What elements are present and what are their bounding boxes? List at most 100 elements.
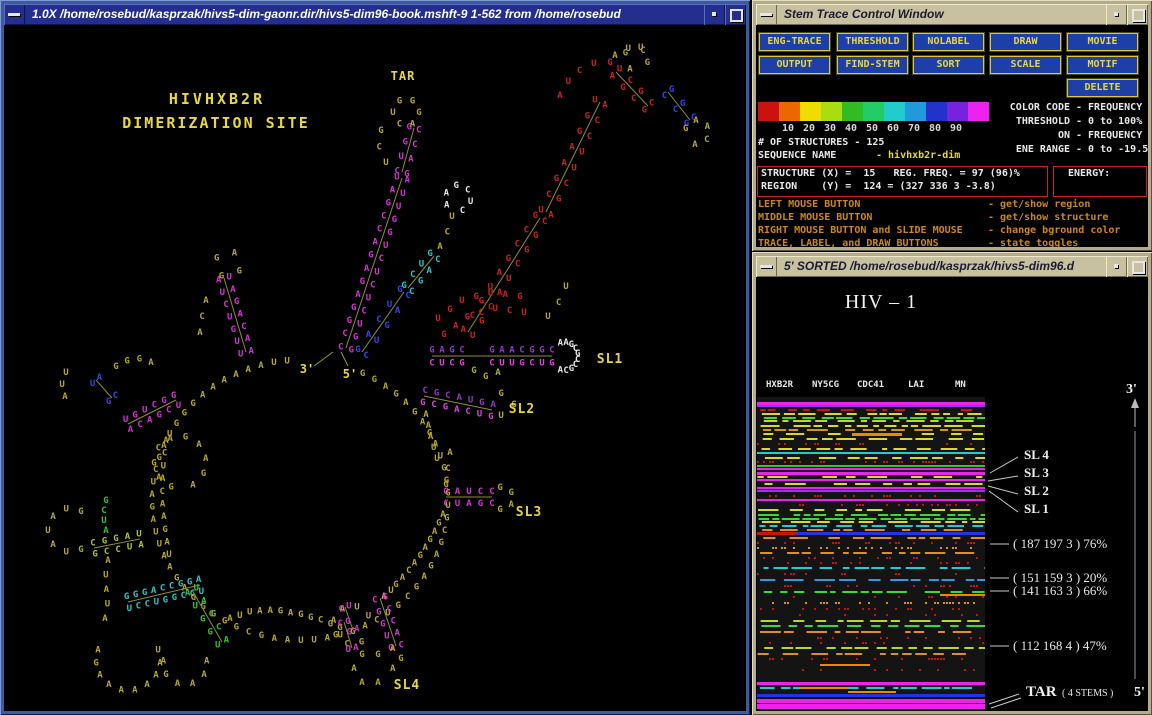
svg-text:C: C <box>136 602 141 612</box>
svg-text:G: G <box>163 670 168 680</box>
svg-text:G: G <box>471 366 476 376</box>
svg-text:A: A <box>128 425 134 435</box>
stem-trace-control-window: Stem Trace Control Window ENG-TRACE THRES… <box>752 0 1152 251</box>
svg-text:A: A <box>561 158 567 168</box>
svg-text:G: G <box>178 579 183 589</box>
svg-text:C: C <box>409 287 414 297</box>
svg-text:U: U <box>419 260 424 270</box>
svg-text:C: C <box>628 76 633 86</box>
minimize-icon[interactable] <box>756 4 777 25</box>
svg-text:G: G <box>234 622 239 632</box>
maximize-glyph <box>730 9 743 22</box>
mouse-help-value-1: - get/show structure <box>988 212 1108 224</box>
svg-text:A: A <box>423 410 429 420</box>
svg-text:U: U <box>357 320 362 330</box>
svg-text:U: U <box>592 96 597 106</box>
rna-label-sl3: SL3 <box>516 505 542 520</box>
svg-text:U: U <box>591 59 596 69</box>
svg-text:C: C <box>429 359 434 369</box>
control-window-titlebar[interactable]: Stem Trace Control Window <box>756 4 1148 25</box>
colorbar-segment-11 <box>968 102 989 121</box>
mouse-help-key-2: RIGHT MOUSE BUTTON and SLIDE MOUSE <box>758 225 963 237</box>
button-delete[interactable]: DELETE <box>1067 79 1138 97</box>
svg-text:G: G <box>200 614 205 624</box>
button-scale[interactable]: SCALE <box>990 56 1061 74</box>
svg-text:A: A <box>249 346 255 356</box>
region-label-3: ( 112 168 4 ) 47% <box>1013 638 1107 653</box>
svg-text:A: A <box>267 606 273 616</box>
sorted-window-titlebar[interactable]: 5' SORTED /home/rosebud/kasprzak/hivs5-d… <box>756 256 1148 277</box>
svg-text:C: C <box>160 487 165 497</box>
svg-text:G: G <box>642 105 647 115</box>
svg-text:A: A <box>325 634 331 644</box>
button-sort[interactable]: SORT <box>913 56 984 74</box>
svg-text:G: G <box>392 215 397 225</box>
svg-text:C: C <box>416 125 421 135</box>
button-find-stem[interactable]: FIND-STEM <box>837 56 908 74</box>
svg-text:G: G <box>441 330 446 340</box>
svg-text:G: G <box>556 195 561 205</box>
rna-label-sl4: SL4 <box>394 678 420 693</box>
svg-text:A: A <box>210 383 216 393</box>
structure-status-line: STRUCTURE (X) = 15 REG. FREQ. = 97 (96)% <box>761 168 1020 180</box>
rna-window-titlebar[interactable]: 1.0X /home/rosebud/kasprzak/hivs5-dim-ga… <box>4 4 746 25</box>
svg-text:U: U <box>176 401 181 411</box>
svg-text:G: G <box>414 582 419 592</box>
button-nolabel[interactable]: NOLABEL <box>913 33 984 51</box>
svg-text:G: G <box>328 619 333 629</box>
svg-text:C: C <box>577 66 582 76</box>
svg-text:C: C <box>445 227 450 237</box>
svg-text:A: A <box>149 490 155 500</box>
button-motif[interactable]: MOTIF <box>1067 56 1138 74</box>
svg-text:A: A <box>125 532 131 542</box>
svg-text:A: A <box>204 657 210 667</box>
colorbar-segment-6 <box>863 102 884 121</box>
svg-text:G: G <box>393 580 398 590</box>
svg-text:C: C <box>563 366 568 376</box>
rna-structure-drawing[interactable]: GGAGAGAGAUGGGUGCGAGAGCGUCAGUAUUAAGCGGGGG… <box>4 25 746 711</box>
svg-text:A: A <box>230 285 236 295</box>
svg-text:C: C <box>515 240 520 250</box>
svg-text:A: A <box>692 140 698 150</box>
maximize-icon[interactable] <box>1127 4 1148 25</box>
svg-text:C: C <box>377 225 382 235</box>
svg-text:U: U <box>238 350 243 360</box>
svg-text:A: A <box>434 550 440 560</box>
button-output[interactable]: OUTPUT <box>759 56 830 74</box>
menu-dot-icon[interactable] <box>1106 256 1127 277</box>
svg-text:C: C <box>379 254 384 264</box>
button-draw[interactable]: DRAW <box>990 33 1061 51</box>
svg-text:U: U <box>127 604 132 614</box>
svg-text:U: U <box>400 189 405 199</box>
svg-text:A: A <box>285 636 291 646</box>
svg-text:C: C <box>431 400 436 410</box>
minimize-icon[interactable] <box>4 4 25 25</box>
svg-text:A: A <box>569 143 575 153</box>
svg-text:U: U <box>374 267 379 277</box>
svg-text:A: A <box>201 670 207 680</box>
maximize-icon[interactable] <box>725 4 746 25</box>
menu-dot-icon[interactable] <box>704 4 725 25</box>
button-threshold[interactable]: THRESHOLD <box>837 33 908 51</box>
stem-trace-plot[interactable]: HXB2RNY5CGCDC41LAIMNSL 4SL 3SL 2SL 1( 18… <box>756 277 1148 711</box>
column-header-mn: MN <box>955 380 966 390</box>
svg-text:A: A <box>490 400 496 410</box>
minimize-icon[interactable] <box>756 256 777 277</box>
maximize-glyph <box>1132 9 1145 22</box>
svg-text:A: A <box>439 346 445 356</box>
svg-text:A: A <box>153 670 159 680</box>
svg-text:G: G <box>428 561 433 571</box>
sorted-window-content: HIV – 1 HXB2RNY5CGCDC41LAIMNSL 4SL 3SL 2… <box>756 277 1148 711</box>
svg-text:C: C <box>519 346 524 356</box>
svg-text:A: A <box>222 376 228 386</box>
menu-dot-icon[interactable] <box>1106 4 1127 25</box>
button-eng-trace[interactable]: ENG-TRACE <box>759 33 830 51</box>
svg-text:C: C <box>152 401 157 411</box>
svg-text:G: G <box>385 198 390 208</box>
svg-text:A: A <box>353 643 359 653</box>
svg-text:C: C <box>370 280 375 290</box>
region-label-0: ( 187 197 3 ) 76% <box>1013 536 1107 551</box>
button-movie[interactable]: MOVIE <box>1067 33 1138 51</box>
sequence-name-value: - hivhxb2r-dim <box>876 150 960 162</box>
maximize-icon[interactable] <box>1127 256 1148 277</box>
